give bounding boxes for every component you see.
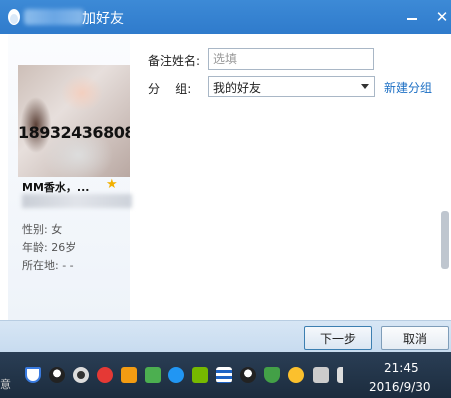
shield-icon[interactable] [25, 367, 41, 383]
taskbar: 意 21:45 2016/9/30 [0, 352, 451, 398]
cancel-button[interactable]: 取消 [381, 326, 449, 350]
clock-time[interactable]: 21:45 [384, 361, 419, 375]
app-icon-orange[interactable] [121, 367, 137, 383]
scrollbar-thumb[interactable] [441, 211, 449, 269]
avatar[interactable]: 18932436808 [18, 65, 130, 177]
next-button[interactable]: 下一步 [304, 326, 372, 350]
security-shield-icon[interactable] [264, 367, 280, 383]
profile-panel: 18932436808 MM香水，... ★ 性别: 女 年龄: 26岁 所在地… [8, 34, 132, 320]
qq-penguin-icon [8, 9, 20, 25]
minimize-button[interactable] [402, 7, 422, 27]
location-info: 所在地: - - [22, 259, 74, 272]
app-icon-blue[interactable] [216, 367, 232, 383]
group-select[interactable]: 我的好友 [208, 76, 375, 97]
remark-name-input[interactable] [208, 48, 374, 70]
add-friend-window: 加好友 ✕ 18932436808 MM香水，... ★ 性别: 女 年龄: 2… [0, 0, 451, 353]
remark-label: 备注姓名: [148, 54, 201, 68]
nickname: MM香水，... [22, 181, 90, 194]
clock-date[interactable]: 2016/9/30 [369, 380, 431, 394]
gender-info: 性别: 女 [22, 223, 63, 236]
close-button[interactable]: ✕ [432, 7, 451, 27]
qq-icon-2[interactable] [240, 367, 256, 383]
nvidia-icon[interactable] [192, 367, 208, 383]
video-player-icon[interactable] [168, 367, 184, 383]
360-icon[interactable] [288, 367, 304, 383]
window-title: 加好友 [82, 11, 124, 27]
network-icon[interactable] [313, 367, 329, 383]
taskbar-left-glyph: 意 [0, 378, 11, 391]
blurred-title-prefix [24, 9, 84, 25]
chevron-down-icon [361, 84, 369, 89]
netease-music-icon[interactable] [97, 367, 113, 383]
minimize-icon [407, 18, 417, 20]
age-info: 年龄: 26岁 [22, 241, 77, 254]
new-group-link[interactable]: 新建分组 [384, 79, 432, 96]
volume-icon[interactable] [337, 367, 359, 383]
star-icon: ★ [106, 177, 118, 192]
title-bar[interactable]: 加好友 ✕ [0, 0, 451, 34]
wechat-icon[interactable] [145, 367, 161, 383]
group-select-value: 我的好友 [213, 81, 262, 95]
qq-multi-icon[interactable] [73, 367, 89, 383]
group-label: 分 组: [148, 82, 192, 96]
blurred-account [22, 194, 132, 208]
avatar-overlay-text: 18932436808 [18, 123, 130, 142]
qq-icon[interactable] [49, 367, 65, 383]
